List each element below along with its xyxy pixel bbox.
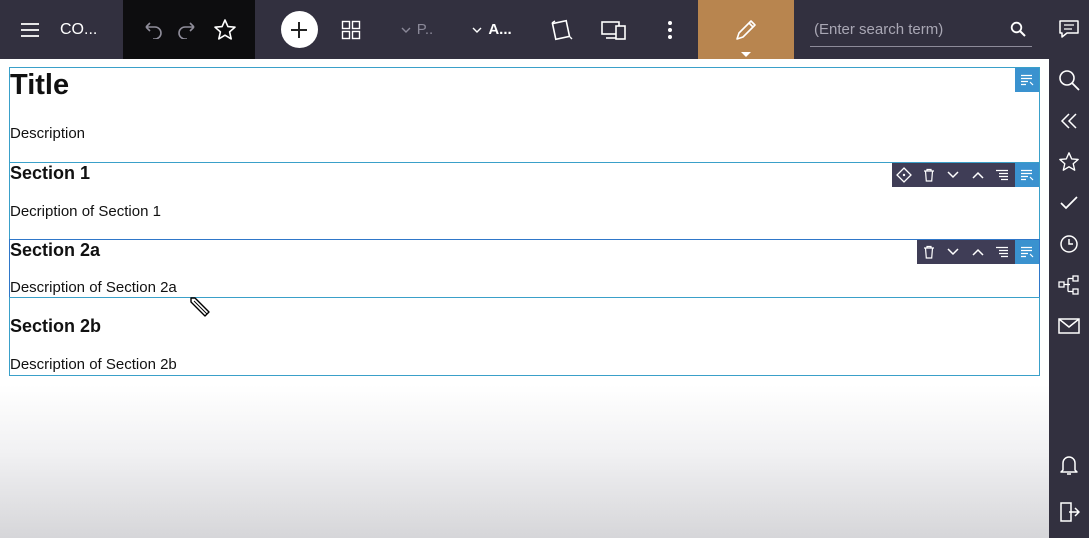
move-down-button[interactable] — [941, 163, 966, 187]
add-button[interactable] — [280, 0, 318, 59]
move-up-icon — [972, 248, 984, 256]
more-button[interactable] — [652, 0, 688, 59]
sidebar-item-collapse[interactable] — [1049, 101, 1089, 141]
sidebar-item-mail[interactable] — [1049, 306, 1089, 346]
right-sidebar — [1049, 0, 1089, 538]
page-title[interactable]: Title — [10, 69, 69, 102]
undo-icon — [145, 21, 162, 39]
top-toolbar: CO... P.. A... — [0, 0, 1049, 59]
move-up-button[interactable] — [966, 240, 991, 264]
section-heading[interactable]: Section 1 — [10, 163, 90, 184]
bell-icon — [1060, 456, 1078, 475]
star-icon — [214, 18, 236, 40]
text-format-button[interactable] — [1014, 240, 1039, 264]
text-format-icon — [1021, 74, 1034, 86]
sidebar-item-logout[interactable] — [1049, 492, 1089, 532]
dropdown-p-label: P.. — [416, 21, 434, 38]
sidebar-item-structure[interactable] — [1049, 265, 1089, 305]
align-icon — [996, 169, 1009, 181]
section-description[interactable]: Description of Section 2a — [10, 279, 177, 296]
delete-icon — [923, 245, 934, 259]
delete-button[interactable] — [917, 163, 942, 187]
section-block[interactable]: Section 2b Description of Section 2b — [9, 297, 1040, 376]
devices-icon — [601, 20, 626, 40]
plus-icon — [291, 21, 307, 38]
chevron-down-icon — [401, 27, 411, 33]
text-format-icon — [1020, 246, 1034, 258]
block-controls — [892, 163, 1039, 187]
grid-icon — [341, 20, 361, 39]
pencil-cursor-icon — [190, 297, 210, 317]
dropdown-p[interactable]: P.. — [392, 0, 442, 59]
title-block[interactable]: Title Description — [9, 67, 1040, 163]
delete-icon — [923, 168, 934, 182]
sidebar-item-notifications[interactable] — [1049, 445, 1089, 485]
move-down-button[interactable] — [941, 240, 966, 264]
block-controls — [916, 240, 1039, 264]
rotate-button[interactable] — [544, 0, 580, 59]
section-description[interactable]: Decription of Section 1 — [10, 203, 161, 220]
check-icon — [1060, 196, 1078, 210]
edit-mode-caret — [741, 52, 751, 57]
layout-button[interactable] — [332, 0, 370, 59]
dropdown-a-label: A... — [488, 21, 512, 38]
more-vertical-icon — [668, 20, 672, 39]
redo-icon — [178, 21, 195, 39]
sidebar-item-favorites[interactable] — [1049, 142, 1089, 182]
add-circle — [280, 11, 318, 48]
app-name[interactable]: CO... — [52, 0, 122, 59]
move-up-button[interactable] — [966, 163, 991, 187]
devices-button[interactable] — [596, 0, 632, 59]
move-up-icon — [972, 171, 984, 179]
align-icon — [996, 246, 1009, 258]
text-format-button[interactable] — [1015, 68, 1039, 92]
move-button[interactable] — [892, 163, 917, 187]
mail-icon — [1058, 318, 1080, 334]
section-block[interactable]: Section 1 Decription of Section 1 — [9, 162, 1040, 240]
section-description[interactable]: Description of Section 2b — [10, 356, 177, 373]
move-down-icon — [947, 171, 959, 179]
sidebar-item-search[interactable] — [1049, 60, 1089, 100]
align-button[interactable] — [990, 163, 1015, 187]
move-down-icon — [947, 248, 959, 256]
favorite-button[interactable] — [206, 0, 244, 59]
section-heading[interactable]: Section 2a — [10, 240, 100, 261]
align-button[interactable] — [990, 240, 1015, 264]
search-icon — [1059, 70, 1080, 91]
text-format-button[interactable] — [1014, 163, 1039, 187]
chevron-down-icon — [472, 27, 482, 33]
menu-icon — [21, 22, 39, 37]
redo-button[interactable] — [170, 0, 206, 59]
dropdown-a[interactable]: A... — [466, 0, 518, 59]
page-description[interactable]: Description — [10, 125, 85, 142]
section-heading[interactable]: Section 2b — [10, 316, 101, 337]
section-block[interactable]: Section 2a Description of Section 2a — [9, 239, 1040, 298]
sidebar-item-tasks[interactable] — [1049, 183, 1089, 223]
editor-canvas: Title Description Section 1 Decription o… — [0, 59, 1049, 538]
sidebar-item-history[interactable] — [1049, 224, 1089, 264]
text-format-icon — [1020, 169, 1034, 181]
rotate-icon — [551, 19, 573, 40]
collapse-icon — [1060, 113, 1077, 129]
search-icon[interactable] — [1010, 21, 1026, 37]
search-box — [810, 12, 1032, 47]
search-input[interactable] — [814, 18, 1004, 40]
star-icon — [1059, 152, 1079, 171]
edit-mode-button[interactable] — [698, 0, 794, 59]
logout-icon — [1060, 502, 1080, 522]
pencil-icon — [736, 19, 756, 40]
move-icon — [896, 167, 913, 183]
menu-button[interactable] — [0, 0, 60, 59]
sidebar-item-comments[interactable] — [1049, 9, 1089, 49]
undo-button[interactable] — [134, 0, 170, 59]
clock-icon — [1060, 235, 1078, 253]
hierarchy-icon — [1058, 275, 1079, 295]
chat-icon — [1059, 20, 1079, 38]
delete-button[interactable] — [917, 240, 942, 264]
